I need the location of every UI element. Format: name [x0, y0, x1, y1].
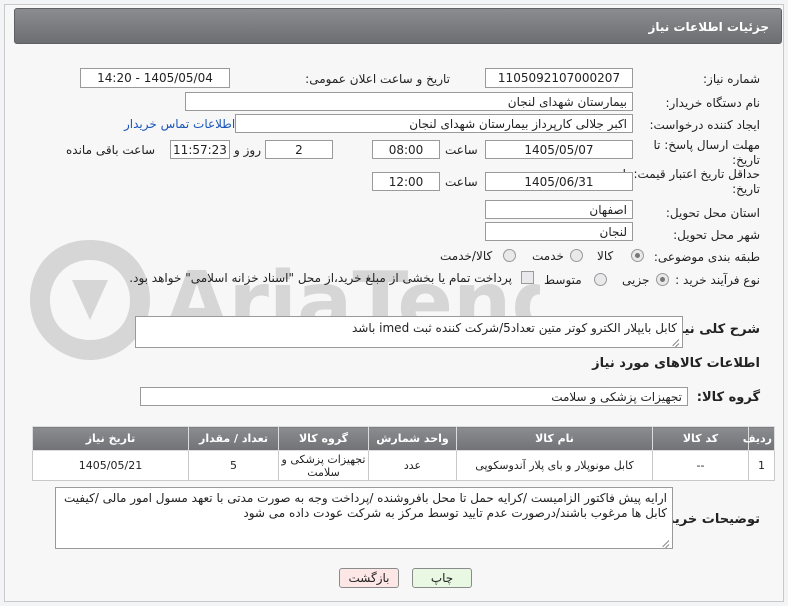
table-row: 1 -- کابل مونوپلار و بای پلار آندوسکوپی … — [32, 450, 775, 481]
buyer-contact-link[interactable]: اطلاعات تماس خریدار — [124, 117, 235, 131]
page-header: جزئیات اطلاعات نیاز — [14, 8, 782, 44]
price-validity-date-field: 1405/06/31 — [485, 172, 633, 191]
description-text: کابل بایپلار الکترو کوتر متین تعداد5/شرک… — [351, 321, 677, 335]
buyer-notes-textarea[interactable]: ارایه پیش فاکتور الزامیست /کرایه حمل تا … — [55, 487, 673, 549]
buyer-org-field: بیمارستان شهدای لنجان — [185, 92, 633, 111]
table-header-cell: تعداد / مقدار — [188, 426, 279, 451]
items-table: ردیف کد کالا نام کالا واحد شمارش گروه کا… — [32, 426, 775, 481]
process-radio-minor[interactable] — [656, 273, 669, 286]
category-radio-service[interactable] — [570, 249, 583, 262]
category-radio-goods[interactable] — [631, 249, 644, 262]
table-cell-need-date: 1405/05/21 — [32, 450, 189, 481]
back-button[interactable]: بازگشت — [339, 568, 399, 588]
category-label: طبقه بندی موضوعی: — [653, 250, 760, 264]
remaining-days-label: روز و — [234, 143, 261, 157]
table-header-cell: گروه کالا — [278, 426, 369, 451]
table-header-cell: واحد شمارش — [368, 426, 457, 451]
table-header-cell: نام کالا — [456, 426, 653, 451]
remaining-time-label: ساعت باقی مانده — [66, 143, 156, 157]
creator-label: ایجاد کننده درخواست: — [649, 118, 760, 132]
goods-group-label: گروه کالا: — [696, 390, 760, 405]
price-validity-time-label: ساعت — [445, 175, 478, 189]
announce-datetime-field: 1405/05/04 - 14:20 — [80, 68, 230, 88]
need-number-field: 1105092107000207 — [485, 68, 633, 88]
table-header-cell: ردیف — [743, 426, 775, 451]
table-header-cell: تاریخ نیاز — [32, 426, 189, 451]
treasury-payment-note: پرداخت تمام یا بخشی از مبلغ خرید،از محل … — [129, 271, 512, 285]
table-cell-quantity: 5 — [188, 450, 279, 481]
process-option-medium: متوسط — [544, 273, 582, 287]
category-option-goods: کالا — [597, 249, 614, 263]
announce-datetime-label: تاریخ و ساعت اعلان عمومی: — [305, 72, 450, 86]
goods-group-field: تجهیزات پزشکی و سلامت — [140, 387, 688, 406]
description-textarea[interactable]: کابل بایپلار الکترو کوتر متین تعداد5/شرک… — [135, 316, 683, 348]
city-label: شهر محل تحویل: — [673, 228, 760, 242]
treasury-payment-checkbox[interactable] — [521, 271, 534, 284]
process-radio-medium[interactable] — [594, 273, 607, 286]
reply-deadline-date-field: 1405/05/07 — [485, 140, 633, 159]
resize-handle[interactable] — [660, 536, 669, 545]
reply-deadline-label: مهلت ارسال پاسخ: تا تاریخ: — [653, 138, 760, 167]
category-radio-goods-service[interactable] — [503, 249, 516, 262]
resize-handle[interactable] — [670, 335, 679, 344]
reply-deadline-time-label: ساعت — [445, 143, 478, 157]
remaining-days-field: 2 — [265, 140, 333, 159]
province-field: اصفهان — [485, 200, 633, 219]
price-validity-time-field: 12:00 — [372, 172, 440, 191]
remaining-time-field: 11:57:23 — [170, 140, 230, 159]
table-cell-item-code: -- — [652, 450, 749, 481]
price-validity-label: حداقل تاریخ اعتبار قیمت: تا تاریخ: — [622, 167, 760, 196]
category-option-service: خدمت — [532, 249, 564, 263]
table-cell-group: تجهیزات پزشکی و سلامت — [278, 450, 369, 481]
city-field: لنجان — [485, 222, 633, 241]
table-cell-row-number: 1 — [748, 450, 775, 481]
buyer-notes-text: ارایه پیش فاکتور الزامیست /کرایه حمل تا … — [64, 491, 667, 520]
need-number-label: شماره نیاز: — [703, 72, 760, 86]
print-button[interactable]: چاپ — [412, 568, 472, 588]
reply-deadline-time-field: 08:00 — [372, 140, 440, 159]
table-cell-unit: عدد — [368, 450, 457, 481]
buyer-org-label: نام دستگاه خریدار: — [665, 96, 761, 110]
category-option-goods-service: کالا/خدمت — [440, 249, 493, 263]
process-type-label: نوع فرآیند خرید : — [675, 273, 760, 287]
table-header-row: ردیف کد کالا نام کالا واحد شمارش گروه کا… — [32, 426, 775, 451]
table-header-cell: کد کالا — [652, 426, 749, 451]
process-option-minor: جزیی — [622, 273, 650, 287]
province-label: استان محل تحویل: — [665, 206, 760, 220]
goods-info-title: اطلاعات کالاهای مورد نیاز — [592, 356, 760, 371]
table-cell-item-name: کابل مونوپلار و بای پلار آندوسکوپی — [456, 450, 653, 481]
creator-field: اکبر جلالی کارپرداز بیمارستان شهدای لنجا… — [235, 114, 633, 133]
